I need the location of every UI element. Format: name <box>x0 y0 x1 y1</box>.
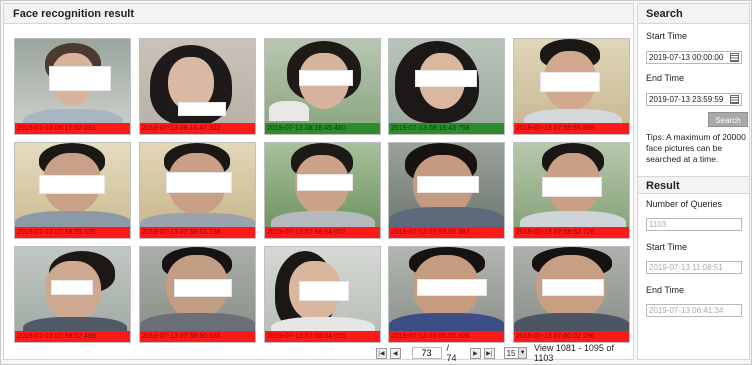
capture-timestamp: 2019-07-13 07:58:52 488 <box>15 331 130 342</box>
result-end-time-field: 2019-07-13 06:41:34 <box>646 304 742 317</box>
first-page-button[interactable]: |◀ <box>376 347 387 359</box>
capture-timestamp: 2019-07-13 07:58:53 387 <box>389 227 504 238</box>
pagination-bar: |◀ ◀ / 74 ▶ ▶| 15 ▼ View 1081 - 1095 of … <box>376 343 633 363</box>
face-photo <box>389 247 504 333</box>
face-photo <box>514 143 629 229</box>
face-photo <box>265 247 380 333</box>
capture-timestamp: 2019-07-13 07:58:53 198 <box>140 227 255 238</box>
search-start-time-value: 2019-07-13 00:00:00 <box>649 53 724 62</box>
face-result-card[interactable]: 2019-07-13 07:58:55 525 <box>14 142 131 239</box>
face-photo <box>140 39 255 125</box>
face-result-card[interactable]: 2019-07-13 08:17:02 093 <box>14 38 131 135</box>
search-end-time-field[interactable]: 2019-07-13 23:59:59 <box>646 93 742 106</box>
search-section-title: Search <box>638 4 749 24</box>
face-result-card[interactable]: 2019-07-13 07:00:02 326 <box>388 246 505 343</box>
last-page-button[interactable]: ▶| <box>483 347 495 359</box>
face-result-card[interactable]: 2019-07-13 07:00:02 296 <box>513 246 630 343</box>
face-photo <box>265 39 380 125</box>
capture-timestamp: 2019-07-13 07:58:52 726 <box>514 227 629 238</box>
face-photo <box>389 39 504 125</box>
face-result-card[interactable]: 2019-07-13 08:16:45 480 <box>264 38 381 135</box>
face-result-card[interactable]: 2019-07-13 07:59:55 898 <box>513 38 630 135</box>
face-photo <box>514 39 629 125</box>
results-panel-title: Face recognition result <box>4 4 633 24</box>
result-section-title: Result <box>638 176 749 194</box>
face-photo <box>140 143 255 229</box>
page-number-input[interactable] <box>411 347 442 359</box>
search-end-time-label: End Time <box>646 73 685 83</box>
face-result-card[interactable]: 2019-07-13 08:16:47 322 <box>139 38 256 135</box>
search-start-time-label: Start Time <box>646 31 688 41</box>
calendar-icon[interactable] <box>730 95 739 104</box>
face-photo <box>15 143 130 229</box>
face-photo <box>15 247 130 333</box>
capture-timestamp: 2019-07-13 07:00:02 296 <box>514 331 629 342</box>
capture-timestamp: 2019-07-13 07:00:04 015 <box>265 331 380 342</box>
first-page-icon: |◀ <box>378 350 385 357</box>
next-page-button[interactable]: ▶ <box>470 347 481 359</box>
search-panel: Search Start Time 2019-07-13 00:00:00 En… <box>637 3 750 360</box>
result-start-time-field: 2019-07-13 11:08:51 <box>646 261 742 274</box>
face-result-card[interactable]: 2019-07-13 07:58:53 198 <box>139 142 256 239</box>
face-result-card[interactable]: 2019-07-13 07:58:52 488 <box>14 246 131 343</box>
face-photo <box>514 247 629 333</box>
page-size-value: 15 <box>506 348 516 358</box>
prev-page-icon: ◀ <box>392 350 398 357</box>
capture-timestamp: 2019-07-13 07:58:50 685 <box>140 331 255 342</box>
queries-label: Number of Queries <box>646 199 723 209</box>
total-pages-label: / 74 <box>446 343 457 363</box>
face-result-card[interactable]: 2019-07-13 07:58:53 387 <box>388 142 505 239</box>
capture-timestamp: 2019-07-13 07:58:54 007 <box>265 227 380 238</box>
results-panel: Face recognition result 2019-07-13 08:17… <box>3 3 634 363</box>
result-end-time-label: End Time <box>646 285 685 295</box>
search-end-time-value: 2019-07-13 23:59:59 <box>649 95 724 104</box>
face-result-card[interactable]: 2019-07-13 07:58:54 007 <box>264 142 381 239</box>
face-result-card[interactable]: 2019-07-13 07:58:50 685 <box>139 246 256 343</box>
face-photo <box>15 39 130 125</box>
face-photo <box>265 143 380 229</box>
next-page-icon: ▶ <box>473 350 478 357</box>
capture-timestamp: 2019-07-13 07:58:55 525 <box>15 227 130 238</box>
face-result-card[interactable]: 2019-07-13 07:58:52 726 <box>513 142 630 239</box>
calendar-icon[interactable] <box>730 53 739 62</box>
dropdown-arrow-icon: ▼ <box>518 348 527 358</box>
capture-timestamp: 2019-07-13 07:59:55 898 <box>514 123 629 134</box>
capture-timestamp: 2019-07-13 08:17:02 093 <box>15 123 130 134</box>
search-button[interactable]: Search <box>708 112 748 127</box>
capture-timestamp: 2019-07-13 07:00:02 326 <box>389 331 504 342</box>
face-photo <box>389 143 504 229</box>
face-photo <box>140 247 255 333</box>
view-range-label: View 1081 - 1095 of 1103 <box>534 343 614 363</box>
result-start-time-label: Start Time <box>646 242 688 252</box>
face-results-grid: 2019-07-13 08:17:02 093 2019-07-13 08:16… <box>14 38 634 346</box>
prev-page-button[interactable]: ◀ <box>389 347 401 359</box>
face-result-card[interactable]: 2019-07-13 07:00:04 015 <box>264 246 381 343</box>
capture-timestamp: 2019-07-13 08:16:47 322 <box>140 123 255 134</box>
queries-field: 1103 <box>646 218 742 231</box>
page-size-select[interactable]: 15 ▼ <box>503 347 528 359</box>
capture-timestamp: 2019-07-13 08:16:43 758 <box>389 123 504 134</box>
last-page-icon: ▶| <box>486 350 493 357</box>
search-start-time-field[interactable]: 2019-07-13 00:00:00 <box>646 51 742 64</box>
search-tips: Tips: A maximum of 20000 face pictures c… <box>646 132 746 164</box>
face-result-card[interactable]: 2019-07-13 08:16:43 758 <box>388 38 505 135</box>
app-frame: Face recognition result 2019-07-13 08:17… <box>0 0 752 365</box>
capture-timestamp: 2019-07-13 08:16:45 480 <box>265 123 380 134</box>
